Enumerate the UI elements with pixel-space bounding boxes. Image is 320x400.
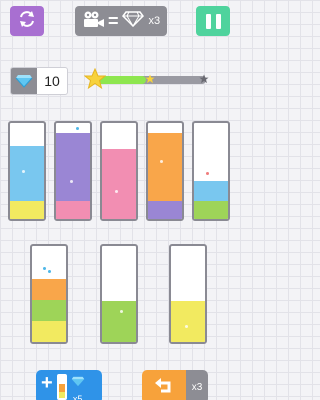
liquid-layer-pink (56, 200, 90, 219)
liquid-layer-blue (194, 180, 228, 201)
tube-4[interactable] (146, 121, 184, 221)
liquid-layer-green (102, 300, 136, 342)
gem-counter: 10 (10, 67, 68, 95)
liquid-layer-yellow (171, 300, 205, 342)
liquid-layer-pink (102, 148, 136, 219)
offer-multiplier: x3 (148, 15, 161, 27)
bubble (48, 270, 51, 273)
restart-arrows-icon (18, 10, 36, 33)
bubble (160, 160, 163, 163)
liquid-layer-green (32, 299, 66, 321)
tube-icon (56, 374, 67, 400)
bubble (206, 172, 209, 175)
video-camera-icon (81, 10, 105, 33)
restart-button[interactable] (10, 6, 44, 36)
liquid-layer-blue (10, 146, 44, 201)
bubble (22, 170, 25, 173)
liquid-layer-orange (32, 278, 66, 300)
tube-8[interactable] (169, 244, 207, 344)
liquid-layer-orange (148, 132, 182, 201)
undo-multiplier: x3 (191, 381, 203, 393)
pause-icon (205, 13, 221, 29)
diamond-icon (121, 10, 144, 32)
bubble (76, 127, 79, 130)
liquid-layer-yellow (10, 200, 44, 219)
plus-icon: + (41, 372, 53, 394)
bubble (185, 325, 188, 328)
gem-count: 10 (44, 73, 60, 89)
bubble (43, 267, 46, 270)
diamond-icon (71, 374, 85, 392)
undo-button[interactable]: x3 (142, 370, 208, 400)
tube-1[interactable] (8, 121, 46, 221)
star-icon (145, 71, 155, 89)
star-icon (199, 71, 209, 89)
tube-5[interactable] (192, 121, 230, 221)
bubble (115, 190, 118, 193)
undo-arrow-icon (142, 370, 186, 400)
star-icon (83, 67, 107, 95)
liquid-layer-purple (56, 132, 90, 201)
bubble (120, 310, 123, 313)
tube-3[interactable] (100, 121, 138, 221)
diamond-icon (11, 68, 37, 94)
add-tube-multiplier: x5 (72, 394, 83, 400)
bubble (70, 180, 73, 183)
liquid-layer-yellow (32, 320, 66, 342)
pause-button[interactable] (196, 6, 230, 36)
liquid-layer-purple (148, 200, 182, 219)
add-tube-button[interactable]: + x5 (36, 370, 102, 400)
watch-video-offer-button[interactable]: = x3 (75, 6, 167, 36)
tube-7[interactable] (100, 244, 138, 344)
tube-6[interactable] (30, 244, 68, 344)
tube-2[interactable] (54, 121, 92, 221)
equals-sign: = (108, 11, 119, 31)
liquid-layer-green (194, 200, 228, 219)
